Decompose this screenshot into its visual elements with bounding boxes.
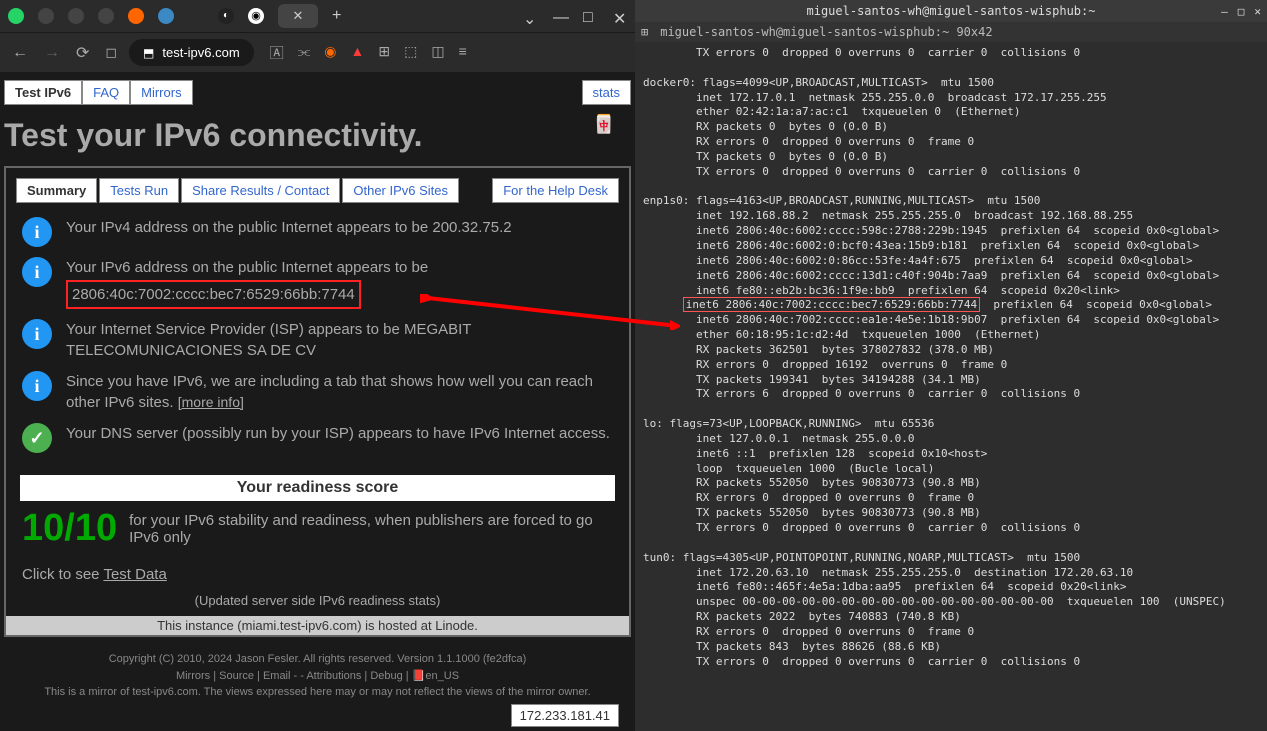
- forward-button[interactable]: →: [40, 40, 64, 66]
- result-text: Your Internet Service Provider (ISP) app…: [66, 319, 613, 361]
- page-footer: Copyright (C) 2010, 2024 Jason Fesler. A…: [4, 651, 631, 701]
- tab-icon[interactable]: [68, 8, 84, 24]
- downloads-icon[interactable]: ⬚: [404, 43, 417, 63]
- terminal-tab[interactable]: miguel-santos-wh@miguel-santos-wisphub:~…: [660, 25, 992, 39]
- brave-icon[interactable]: ▲: [351, 43, 365, 63]
- tab-github-icon[interactable]: ◉: [248, 8, 264, 24]
- result-row: i Your IPv4 address on the public Interne…: [22, 217, 613, 247]
- shield-icon[interactable]: ◉: [324, 43, 336, 63]
- result-text: Since you have IPv6, we are including a …: [66, 371, 613, 413]
- reload-button[interactable]: ⟳: [72, 39, 93, 67]
- tab-icon[interactable]: [38, 8, 54, 24]
- readiness-title: Your readiness score: [20, 475, 615, 501]
- tab-icon[interactable]: [98, 8, 114, 24]
- grid-icon[interactable]: ⊞: [641, 25, 648, 39]
- page-title: Test your IPv6 connectivity.: [4, 117, 631, 154]
- terminal-titlebar: miguel-santos-wh@miguel-santos-wisphub:~…: [635, 0, 1267, 22]
- subtab-summary[interactable]: Summary: [16, 178, 97, 203]
- menu-icon[interactable]: ≡: [459, 43, 467, 63]
- terminal-output[interactable]: TX errors 0 dropped 0 overruns 0 carrier…: [635, 42, 1267, 673]
- subtab-other[interactable]: Other IPv6 Sites: [342, 178, 459, 203]
- maximize-icon[interactable]: □: [1238, 5, 1245, 18]
- tab-mirrors[interactable]: Mirrors: [130, 80, 192, 105]
- score-description: for your IPv6 stability and readiness, w…: [129, 512, 613, 546]
- url-text: test-ipv6.com: [162, 45, 239, 60]
- subtab-help[interactable]: For the Help Desk: [492, 178, 619, 203]
- chevron-down-icon[interactable]: ⌄: [523, 9, 537, 23]
- url-bar[interactable]: ⬒ test-ipv6.com: [129, 39, 254, 66]
- hosted-note: This instance (miami.test-ipv6.com) is h…: [6, 616, 629, 635]
- active-tab-close[interactable]: ✕: [278, 4, 318, 28]
- new-tab-button[interactable]: +: [332, 7, 341, 25]
- tab-faq[interactable]: FAQ: [82, 80, 130, 105]
- info-icon: i: [22, 371, 52, 401]
- ipv6-highlight-terminal: inet6 2806:40c:7002:cccc:bec7:6529:66bb:…: [683, 297, 980, 312]
- translate-icon[interactable]: 🄰: [270, 43, 284, 63]
- ip-box: 172.233.181.41: [511, 704, 619, 727]
- tab-icon[interactable]: ◐: [218, 8, 234, 24]
- ipv6-highlight-box: 2806:40c:7002:cccc:bec7:6529:66bb:7744: [66, 280, 361, 309]
- site-info-icon[interactable]: ⬒: [143, 46, 154, 60]
- footer-links[interactable]: Mirrors | Source | Email - - Attribution…: [4, 668, 631, 685]
- footer-mirror: This is a mirror of test-ipv6.com. The v…: [4, 684, 631, 701]
- sidebar-icon[interactable]: ◫: [431, 43, 444, 63]
- result-row: i Your IPv6 address on the public Interne…: [22, 257, 613, 309]
- result-text: Your IPv6 address on the public Internet…: [66, 257, 428, 309]
- more-info-link[interactable]: [more info]: [178, 394, 244, 410]
- terminal-title: miguel-santos-wh@miguel-santos-wisphub:~: [807, 4, 1096, 18]
- tab-whatsapp-icon[interactable]: [8, 8, 24, 24]
- updated-note: (Updated server side IPv6 readiness stat…: [6, 593, 629, 616]
- terminal-tab-bar: ⊞ miguel-santos-wh@miguel-santos-wisphub…: [635, 22, 1267, 42]
- info-icon: i: [22, 319, 52, 349]
- minimize-icon[interactable]: —: [1221, 5, 1228, 18]
- result-text: Your IPv4 address on the public Internet…: [66, 217, 512, 238]
- terminal-window: miguel-santos-wh@miguel-santos-wisphub:~…: [635, 0, 1267, 731]
- language-icon[interactable]: 🀄: [593, 114, 615, 135]
- browser-titlebar: ◐ ◉ ✕ + ⌄ — □ ✕: [0, 0, 635, 32]
- browser-window: ◐ ◉ ✕ + ⌄ — □ ✕ ← → ⟳ ◻ ⬒ test-ipv6.com …: [0, 0, 635, 731]
- subtab-share[interactable]: Share Results / Contact: [181, 178, 340, 203]
- info-icon: i: [22, 217, 52, 247]
- readiness-score: 10/10: [22, 507, 117, 550]
- footer-copyright: Copyright (C) 2010, 2024 Jason Fesler. A…: [4, 651, 631, 668]
- share-icon[interactable]: ⫘: [298, 43, 311, 63]
- result-row: i Your Internet Service Provider (ISP) ap…: [22, 319, 613, 361]
- subtab-tests[interactable]: Tests Run: [99, 178, 179, 203]
- tab-stats[interactable]: stats: [582, 80, 631, 105]
- minimize-icon[interactable]: —: [553, 9, 567, 23]
- test-data-link[interactable]: Test Data: [103, 566, 166, 583]
- back-button[interactable]: ←: [8, 40, 32, 66]
- test-data-prefix: Click to see: [22, 566, 103, 583]
- close-icon[interactable]: ✕: [1254, 5, 1261, 18]
- tab-icon[interactable]: [128, 8, 144, 24]
- tab-test-ipv6[interactable]: Test IPv6: [4, 80, 82, 105]
- maximize-icon[interactable]: □: [583, 9, 597, 23]
- page-content: Test IPv6 FAQ Mirrors stats 🀄 Test your …: [0, 72, 635, 731]
- result-row: i Since you have IPv6, we are including a…: [22, 371, 613, 413]
- results-box: Summary Tests Run Share Results / Contac…: [4, 166, 631, 637]
- extensions-icon[interactable]: ⊞: [378, 43, 390, 63]
- bookmark-button[interactable]: ◻: [101, 40, 121, 65]
- tab-icon[interactable]: [158, 8, 174, 24]
- result-text: Your DNS server (possibly run by your IS…: [66, 423, 610, 444]
- result-row: ✓ Your DNS server (possibly run by your I…: [22, 423, 613, 453]
- check-icon: ✓: [22, 423, 52, 453]
- browser-toolbar: ← → ⟳ ◻ ⬒ test-ipv6.com 🄰 ⫘ ◉ ▲ ⊞ ⬚ ◫ ≡: [0, 32, 635, 72]
- close-icon[interactable]: ✕: [613, 9, 627, 23]
- info-icon: i: [22, 257, 52, 287]
